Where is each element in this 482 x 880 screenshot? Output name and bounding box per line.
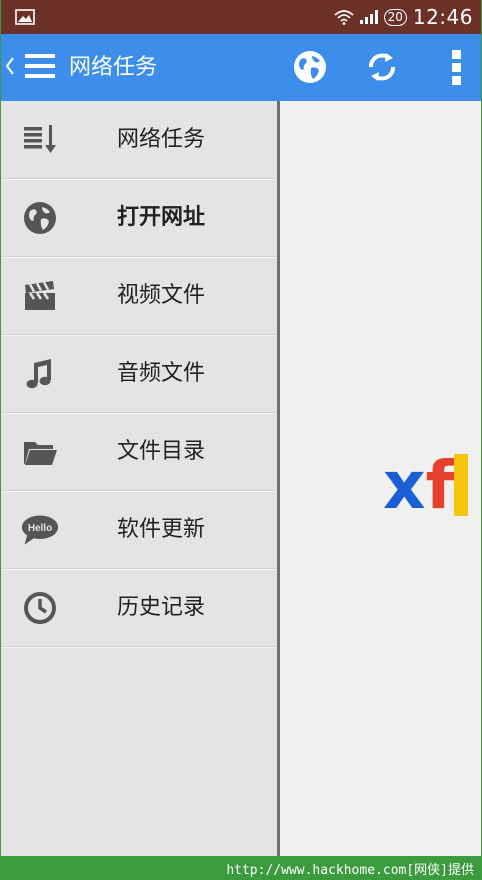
notification-badge: 20 (383, 8, 407, 26)
signal-icon (359, 10, 378, 24)
drawer-item-label: 网络任务 (117, 127, 206, 152)
logo-letter-f: f (425, 447, 455, 524)
main-content: xf xf (280, 101, 481, 856)
hello-bubble-icon: Hello (21, 515, 59, 545)
more-vertical-icon[interactable] (439, 48, 475, 86)
logo-letter-x: x (383, 447, 426, 524)
drawer-item-open-url[interactable]: 打开网址 (1, 179, 277, 257)
image-icon (15, 9, 35, 25)
menu-icon[interactable] (23, 50, 57, 82)
app-screen: 20 12:46 网络任务 网络任务 打开网址 视频文件 音频文件 文件目录 H… (0, 0, 482, 856)
watermark-text: http://www.hackhome.com[网侠]提供 (226, 863, 474, 878)
app-logo: xf xf (383, 447, 469, 524)
drawer-item-video-files[interactable]: 视频文件 (1, 257, 277, 335)
logo-yellow-bar (454, 454, 469, 516)
drawer-item-label: 音频文件 (117, 361, 206, 386)
clock-time: 12:46 (412, 5, 473, 29)
wifi-icon (334, 10, 354, 25)
toolbar-title: 网络任务 (69, 55, 158, 80)
drawer-item-file-directory[interactable]: 文件目录 (1, 413, 277, 491)
drawer-item-label: 历史记录 (117, 595, 206, 620)
drawer-item-network-tasks[interactable]: 网络任务 (1, 101, 277, 179)
drawer-item-label: 文件目录 (117, 439, 206, 464)
drawer-item-audio-files[interactable]: 音频文件 (1, 335, 277, 413)
clapperboard-icon (25, 281, 55, 310)
task-list-icon (24, 125, 56, 153)
globe-icon[interactable] (291, 48, 329, 86)
hello-bubble-text: Hello (28, 523, 52, 534)
globe-icon (24, 202, 56, 234)
folder-icon (24, 442, 57, 465)
drawer-item-history[interactable]: 历史记录 (1, 569, 277, 647)
navigation-drawer: 网络任务 打开网址 视频文件 音频文件 文件目录 Hello 软件更新 历史记录 (1, 101, 280, 856)
drawer-item-label: 视频文件 (117, 283, 206, 308)
app-toolbar: 网络任务 (1, 34, 481, 101)
drawer-item-label: 打开网址 (117, 205, 206, 230)
drawer-item-software-update[interactable]: Hello 软件更新 (1, 491, 277, 569)
drawer-item-label: 软件更新 (117, 517, 206, 542)
music-note-icon (26, 359, 51, 389)
back-caret-icon[interactable] (5, 56, 15, 76)
clock-icon (24, 592, 56, 624)
status-bar: 20 12:46 (1, 0, 481, 34)
footer-bar: http://www.hackhome.com[网侠]提供 (0, 856, 482, 880)
sync-icon[interactable] (363, 48, 401, 86)
